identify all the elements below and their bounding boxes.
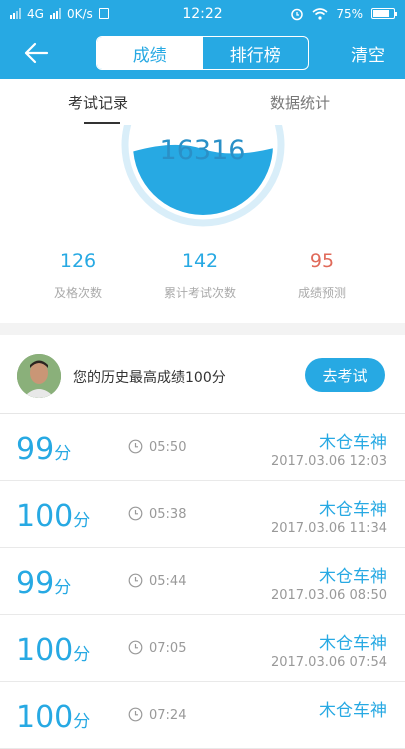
stat-total-value: 142 xyxy=(181,250,219,272)
tab-indicator xyxy=(84,122,120,124)
record-date: 2017.03.06 12:03 xyxy=(270,454,387,469)
record-name: 木仓车神 xyxy=(319,567,387,587)
alarm-icon xyxy=(291,8,304,20)
record-name: 木仓车神 xyxy=(319,701,387,721)
battery-icon xyxy=(371,8,397,19)
score-value: 99 xyxy=(16,432,55,467)
signal-icon-2 xyxy=(49,8,61,19)
section-divider xyxy=(0,323,405,335)
score-unit: 分 xyxy=(73,712,91,732)
record-row[interactable]: 100分 05:38 木仓车神 2017.03.06 11:34 xyxy=(0,481,405,548)
stat-passed-label: 及格次数 xyxy=(53,286,102,300)
tab-bar: 考试记录 数据统计 xyxy=(0,79,405,125)
stat-total: 142 累计考试次数 xyxy=(140,250,260,301)
segment-control: 成绩 排行榜 xyxy=(96,36,309,70)
wifi-icon xyxy=(312,7,328,20)
score-value: 100 xyxy=(16,499,74,534)
network-speed: 0K/s xyxy=(66,6,93,21)
record-date: 2017.03.06 11:34 xyxy=(270,521,387,536)
signal-icon xyxy=(10,8,21,19)
record-date: 2017.03.06 08:50 xyxy=(270,588,387,603)
score-unit: 分 xyxy=(54,578,72,598)
tab-exam-records[interactable]: 考试记录 xyxy=(68,92,128,113)
score-unit: 分 xyxy=(73,645,91,665)
app-bar: 成绩 排行榜 清空 xyxy=(0,27,405,79)
record-duration: 05:38 xyxy=(149,507,187,522)
record-score: 100分 xyxy=(16,633,90,668)
stat-passed: 126 及格次数 xyxy=(18,250,138,301)
exam-record-list: 99分 05:50 木仓车神 2017.03.06 12:03 100分 05:… xyxy=(0,414,405,749)
record-duration: 05:50 xyxy=(149,440,187,455)
record-name: 木仓车神 xyxy=(319,433,387,453)
back-arrow-icon[interactable] xyxy=(22,39,50,67)
record-date: 2017.03.06 07:54 xyxy=(270,655,387,670)
stat-predict: 95 成绩预测 xyxy=(262,250,382,301)
record-row[interactable]: 100分 07:05 木仓车神 2017.03.06 07:54 xyxy=(0,615,405,682)
best-score-card: 您的历史最高成绩100分 去考试 xyxy=(0,335,405,414)
record-duration: 07:05 xyxy=(149,641,187,656)
score-value: 99 xyxy=(16,566,55,601)
record-score: 100分 xyxy=(16,700,90,735)
status-bar: 4G 0K/s 12:22 75% xyxy=(0,0,405,27)
avatar[interactable] xyxy=(17,354,61,398)
battery-percent: 75% xyxy=(336,6,363,21)
record-row[interactable]: 100分 07:24 木仓车神 xyxy=(0,682,405,749)
stat-total-label: 累计考试次数 xyxy=(163,286,236,300)
record-row[interactable]: 99分 05:50 木仓车神 2017.03.06 12:03 xyxy=(0,414,405,481)
segment-ranking[interactable]: 排行榜 xyxy=(203,37,309,69)
status-time: 12:22 xyxy=(182,5,223,22)
score-value: 100 xyxy=(16,633,74,668)
record-row[interactable]: 99分 05:44 木仓车神 2017.03.06 08:50 xyxy=(0,548,405,615)
record-score: 100分 xyxy=(16,499,90,534)
tab-statistics[interactable]: 数据统计 xyxy=(270,92,330,113)
score-count: 16316 xyxy=(159,135,246,166)
score-value: 100 xyxy=(16,700,74,735)
clock-icon xyxy=(128,573,143,588)
clock-icon xyxy=(128,506,143,521)
segment-score[interactable]: 成绩 xyxy=(97,37,203,69)
best-score-text: 您的历史最高成绩100分 xyxy=(73,370,226,386)
record-duration: 05:44 xyxy=(149,574,187,589)
record-score: 99分 xyxy=(16,432,71,467)
network-type: 4G xyxy=(27,6,44,21)
stat-predict-value: 95 xyxy=(309,250,335,272)
clear-button[interactable]: 清空 xyxy=(351,41,385,66)
notification-icon xyxy=(98,8,109,19)
record-score: 99分 xyxy=(16,566,71,601)
record-name: 木仓车神 xyxy=(319,634,387,654)
stat-passed-value: 126 xyxy=(59,250,97,272)
score-unit: 分 xyxy=(73,511,91,531)
score-unit: 分 xyxy=(54,444,72,464)
clock-icon xyxy=(128,640,143,655)
clock-icon xyxy=(128,439,143,454)
take-exam-button[interactable]: 去考试 xyxy=(305,358,385,392)
record-name: 木仓车神 xyxy=(319,500,387,520)
stat-predict-label: 成绩预测 xyxy=(297,286,346,300)
record-duration: 07:24 xyxy=(149,708,187,723)
